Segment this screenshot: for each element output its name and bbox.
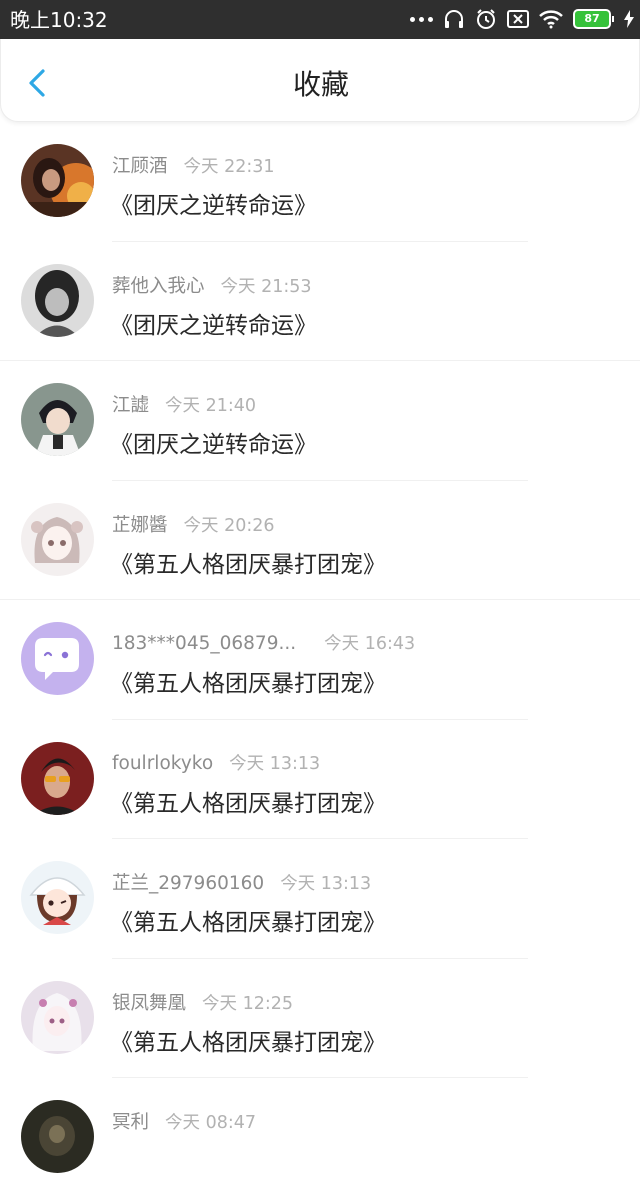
username[interactable]: 芷兰_297960160 xyxy=(112,869,264,895)
username[interactable]: 江譃 xyxy=(112,391,149,417)
username[interactable]: 冥利 xyxy=(112,1108,149,1134)
username[interactable]: foulrlokyko xyxy=(112,753,213,774)
avatar[interactable] xyxy=(21,383,94,456)
list-item[interactable]: foulrlokyko 今天 13:13 《第五人格团厌暴打团宠》 xyxy=(0,720,640,839)
username[interactable]: 芷娜醬 xyxy=(112,511,168,537)
article-title[interactable]: 《团厌之逆转命运》 xyxy=(110,425,317,459)
timestamp: 今天 20:26 xyxy=(183,515,275,536)
avatar[interactable] xyxy=(21,861,94,934)
article-title[interactable]: 《团厌之逆转命运》 xyxy=(110,186,317,220)
username[interactable]: 银凤舞凰 xyxy=(112,989,186,1015)
battery-level: 87 xyxy=(573,9,611,29)
battery-indicator: 87 xyxy=(573,9,614,29)
username[interactable]: 江顾酒 xyxy=(112,152,168,178)
timestamp: 今天 08:47 xyxy=(165,1113,257,1133)
status-bar: 晚上10:32 87 xyxy=(0,0,640,39)
article-title[interactable]: 《第五人格团厌暴打团宠》 xyxy=(110,1023,386,1057)
list-item[interactable]: 183***045_06879... 今天 16:43 《第五人格团厌暴打团宠》 xyxy=(0,600,640,720)
list-item[interactable]: 江譃 今天 21:40 《团厌之逆转命运》 xyxy=(0,361,640,481)
timestamp: 今天 13:13 xyxy=(280,874,372,894)
status-icons: 87 xyxy=(410,6,634,32)
username[interactable]: 183***045_06879... xyxy=(112,633,296,654)
wifi-icon xyxy=(539,10,563,29)
charging-icon xyxy=(624,10,634,28)
timestamp: 今天 13:13 xyxy=(229,753,321,774)
timestamp: 今天 16:43 xyxy=(324,634,416,654)
article-title[interactable]: 《第五人格团厌暴打团宠》 xyxy=(110,664,386,698)
avatar[interactable] xyxy=(21,622,94,695)
avatar[interactable] xyxy=(21,980,94,1054)
list-item[interactable]: 银凤舞凰 今天 12:25 《第五人格团厌暴打团宠》 xyxy=(0,959,640,1078)
timestamp: 今天 12:25 xyxy=(202,993,294,1014)
timestamp: 今天 22:31 xyxy=(183,157,275,177)
list-item[interactable]: 芷娜醬 今天 20:26 《第五人格团厌暴打团宠》 xyxy=(0,481,640,600)
avatar[interactable] xyxy=(21,263,94,337)
navigation-bar: 收藏 xyxy=(0,39,640,122)
headphones-icon xyxy=(445,10,463,28)
alarm-icon xyxy=(477,9,495,29)
avatar[interactable] xyxy=(21,741,94,815)
article-title[interactable]: 《第五人格团厌暴打团宠》 xyxy=(110,545,386,579)
page-title: 收藏 xyxy=(292,68,349,101)
timestamp: 今天 21:40 xyxy=(165,396,257,416)
article-title[interactable]: 《第五人格团厌暴打团宠》 xyxy=(110,903,386,937)
article-title[interactable]: 《团厌之逆转命运》 xyxy=(110,306,317,340)
status-time: 晚上10:32 xyxy=(10,8,108,32)
favorites-list: 江顾酒 今天 22:31 《团厌之逆转命运》 葬他入我心 今天 21:53 《团厌之… xyxy=(0,122,640,1198)
avatar[interactable] xyxy=(21,1100,94,1173)
more-dots-icon xyxy=(410,16,433,22)
timestamp: 今天 21:53 xyxy=(220,276,312,297)
no-sim-icon xyxy=(507,10,529,28)
avatar[interactable] xyxy=(21,144,94,217)
avatar[interactable] xyxy=(21,502,94,576)
list-item[interactable]: 葬他入我心 今天 21:53 《团厌之逆转命运》 xyxy=(0,242,640,361)
article-title[interactable]: 《第五人格团厌暴打团宠》 xyxy=(110,784,386,818)
list-item[interactable]: 芷兰_297960160 今天 13:13 《第五人格团厌暴打团宠》 xyxy=(0,839,640,959)
list-item[interactable]: 江顾酒 今天 22:31 《团厌之逆转命运》 xyxy=(0,122,640,242)
username[interactable]: 葬他入我心 xyxy=(112,272,205,298)
